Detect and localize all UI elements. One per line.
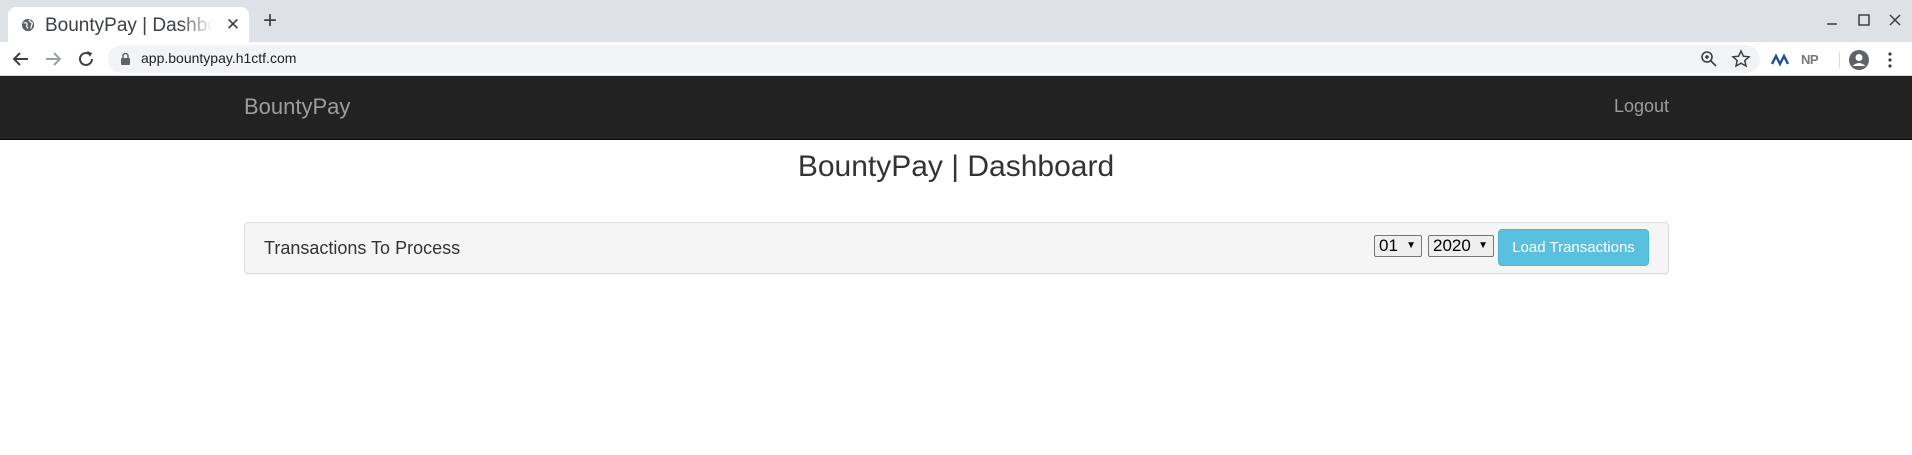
plus-icon[interactable]: + (258, 9, 282, 34)
chevron-down-icon: ▼ (1406, 240, 1416, 251)
browser-toolbar: app.bountypay.h1ctf.com NP (0, 42, 1912, 76)
year-select[interactable]: 2020 ▼ (1428, 235, 1494, 257)
globe-icon (21, 18, 35, 32)
month-select[interactable]: 01 ▼ (1374, 235, 1422, 257)
zoom-icon[interactable] (1699, 49, 1719, 69)
load-transactions-button[interactable]: Load Transactions (1498, 229, 1649, 266)
star-icon[interactable] (1731, 49, 1751, 69)
window-close-icon[interactable] (1883, 8, 1907, 32)
close-icon[interactable]: ✕ (224, 16, 242, 34)
year-select-value: 2020 (1433, 236, 1471, 255)
arrow-left-icon[interactable] (9, 47, 33, 71)
extension-m-icon[interactable] (1769, 51, 1791, 69)
browser-tab[interactable]: BountyPay | Dashboard ✕ (8, 7, 249, 42)
kebab-menu-icon[interactable] (1878, 48, 1902, 72)
reload-icon[interactable] (74, 47, 98, 71)
maximize-icon[interactable] (1852, 8, 1876, 32)
extension-np-icon[interactable]: NP (1801, 51, 1823, 69)
brand-link[interactable]: BountyPay (244, 94, 350, 120)
panel-heading: Transactions To Process (264, 238, 461, 258)
tab-title: BountyPay | Dashboard (45, 15, 213, 36)
minimize-icon[interactable] (1820, 8, 1844, 32)
url-text: app.bountypay.h1ctf.com (141, 50, 297, 66)
account-circle-icon[interactable] (1847, 48, 1871, 72)
toolbar-separator (1839, 52, 1840, 68)
arrow-right-icon[interactable] (41, 47, 65, 71)
page-title: BountyPay | Dashboard (797, 150, 1115, 183)
logout-link[interactable]: Logout (1614, 96, 1669, 117)
address-bar[interactable]: app.bountypay.h1ctf.com (108, 45, 1760, 73)
month-select-value: 01 (1379, 236, 1398, 255)
site-navbar: BountyPay Logout (0, 76, 1912, 140)
browser-tab-bar: BountyPay | Dashboard ✕ + (0, 0, 1912, 42)
lock-icon[interactable] (120, 52, 131, 66)
transactions-panel: Transactions To Process 01 ▼ 2020 ▼ Load… (244, 222, 1669, 274)
chevron-down-icon: ▼ (1478, 240, 1488, 251)
